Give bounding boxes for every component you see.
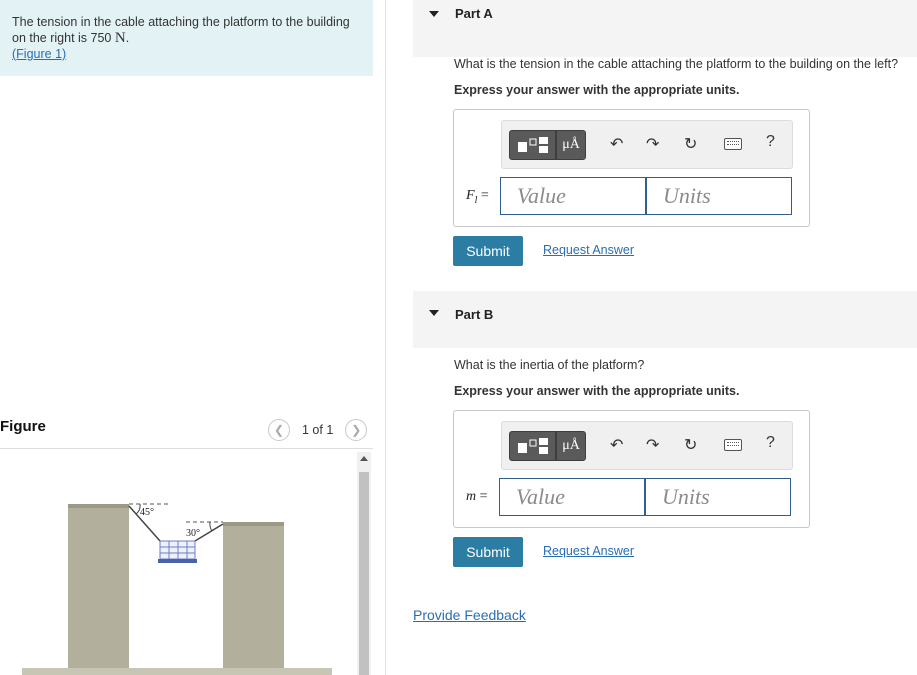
column-divider [385, 0, 386, 675]
figure-illustration: 45° 30° [22, 503, 332, 675]
part-a-title: Part A [455, 6, 493, 21]
keyboard-icon[interactable] [724, 138, 742, 150]
variable-symbol: F [466, 188, 475, 203]
part-a-answer-box: μÅ ↶ ↷ ↻ ? Fl = Value Units [453, 109, 810, 227]
equals-sign: = [477, 188, 489, 203]
left-building-roof [68, 504, 129, 508]
units-symbol: μÅ [562, 438, 580, 453]
reset-icon[interactable]: ↻ [684, 134, 697, 154]
part-b-answer-box: μÅ ↶ ↷ ↻ ? m = Value Units [453, 410, 810, 528]
undo-icon[interactable]: ↶ [610, 134, 623, 154]
scroll-up-arrow-icon[interactable] [360, 456, 368, 461]
figure-title: Figure [0, 418, 46, 435]
part-b-request-answer-link[interactable]: Request Answer [543, 544, 634, 558]
math-toolbar: μÅ ↶ ↷ ↻ ? [501, 421, 793, 470]
templates-button[interactable] [509, 130, 556, 160]
part-b-variable-label: m = [466, 489, 488, 505]
page: The tension in the cable attaching the p… [0, 0, 917, 675]
figure-link[interactable]: (Figure 1) [12, 47, 66, 61]
right-angle-label: 30° [186, 528, 200, 539]
templates-icon [517, 438, 548, 454]
redo-icon[interactable]: ↷ [646, 435, 659, 455]
part-a-request-answer-link[interactable]: Request Answer [543, 243, 634, 257]
scrollbar-thumb[interactable] [359, 472, 369, 675]
problem-unit: N [114, 30, 126, 46]
right-angle-arc [209, 521, 213, 532]
chevron-right-icon: ❯ [351, 423, 362, 437]
right-building [223, 522, 284, 668]
platform-floor [158, 559, 197, 563]
part-a-units-input[interactable]: Units [646, 177, 792, 215]
provide-feedback-link[interactable]: Provide Feedback [413, 607, 526, 623]
help-button[interactable]: ? [766, 434, 775, 452]
part-b-question: What is the inertia of the platform? [454, 358, 645, 372]
part-b-submit-button[interactable]: Submit [453, 537, 523, 567]
part-a-variable-label: Fl = [466, 188, 489, 206]
part-a-question: What is the tension in the cable attachi… [454, 57, 899, 71]
part-b-header[interactable]: Part B [413, 291, 917, 348]
figure-scrollbar[interactable] [357, 452, 371, 675]
keyboard-icon[interactable] [724, 439, 742, 451]
part-a-instruction: Express your answer with the appropriate… [454, 83, 740, 97]
math-toolbar: μÅ ↶ ↷ ↻ ? [501, 120, 793, 169]
redo-icon[interactable]: ↷ [646, 134, 659, 154]
part-b-title: Part B [455, 307, 494, 322]
units-symbol: μÅ [562, 137, 580, 152]
right-building-roof [223, 522, 284, 526]
units-button[interactable]: μÅ [556, 130, 586, 160]
collapse-triangle-icon[interactable] [429, 11, 439, 17]
templates-icon [517, 137, 548, 153]
next-figure-button[interactable]: ❯ [345, 419, 368, 441]
part-a-submit-button[interactable]: Submit [453, 236, 523, 266]
reset-icon[interactable]: ↻ [684, 435, 697, 455]
template-button-group: μÅ [509, 130, 586, 160]
chevron-left-icon: ❮ [273, 423, 285, 437]
equals-sign: = [476, 489, 488, 504]
units-button[interactable]: μÅ [556, 431, 586, 461]
part-a-value-input[interactable]: Value [500, 177, 646, 215]
problem-text: The tension in the cable attaching the p… [12, 15, 350, 45]
templates-button[interactable] [509, 431, 556, 461]
left-angle-label: 45° [140, 507, 154, 518]
ground [22, 668, 332, 675]
variable-symbol: m [466, 489, 477, 504]
collapse-triangle-icon[interactable] [429, 310, 439, 316]
part-b-instruction: Express your answer with the appropriate… [454, 384, 740, 398]
part-b-value-input[interactable]: Value [499, 478, 645, 516]
platform [158, 540, 197, 563]
figure-page-count: 1 of 1 [302, 423, 334, 437]
undo-icon[interactable]: ↶ [610, 435, 623, 455]
problem-statement: The tension in the cable attaching the p… [0, 0, 373, 76]
figure-pager: ❮ 1 of 1 ❯ [268, 419, 368, 441]
help-button[interactable]: ? [766, 133, 775, 151]
part-a-header[interactable]: Part A [413, 0, 917, 57]
template-button-group: μÅ [509, 431, 586, 461]
problem-period: . [125, 31, 130, 45]
part-b-units-input[interactable]: Units [645, 478, 791, 516]
prev-figure-button[interactable]: ❮ [268, 419, 290, 441]
left-building [68, 504, 129, 668]
